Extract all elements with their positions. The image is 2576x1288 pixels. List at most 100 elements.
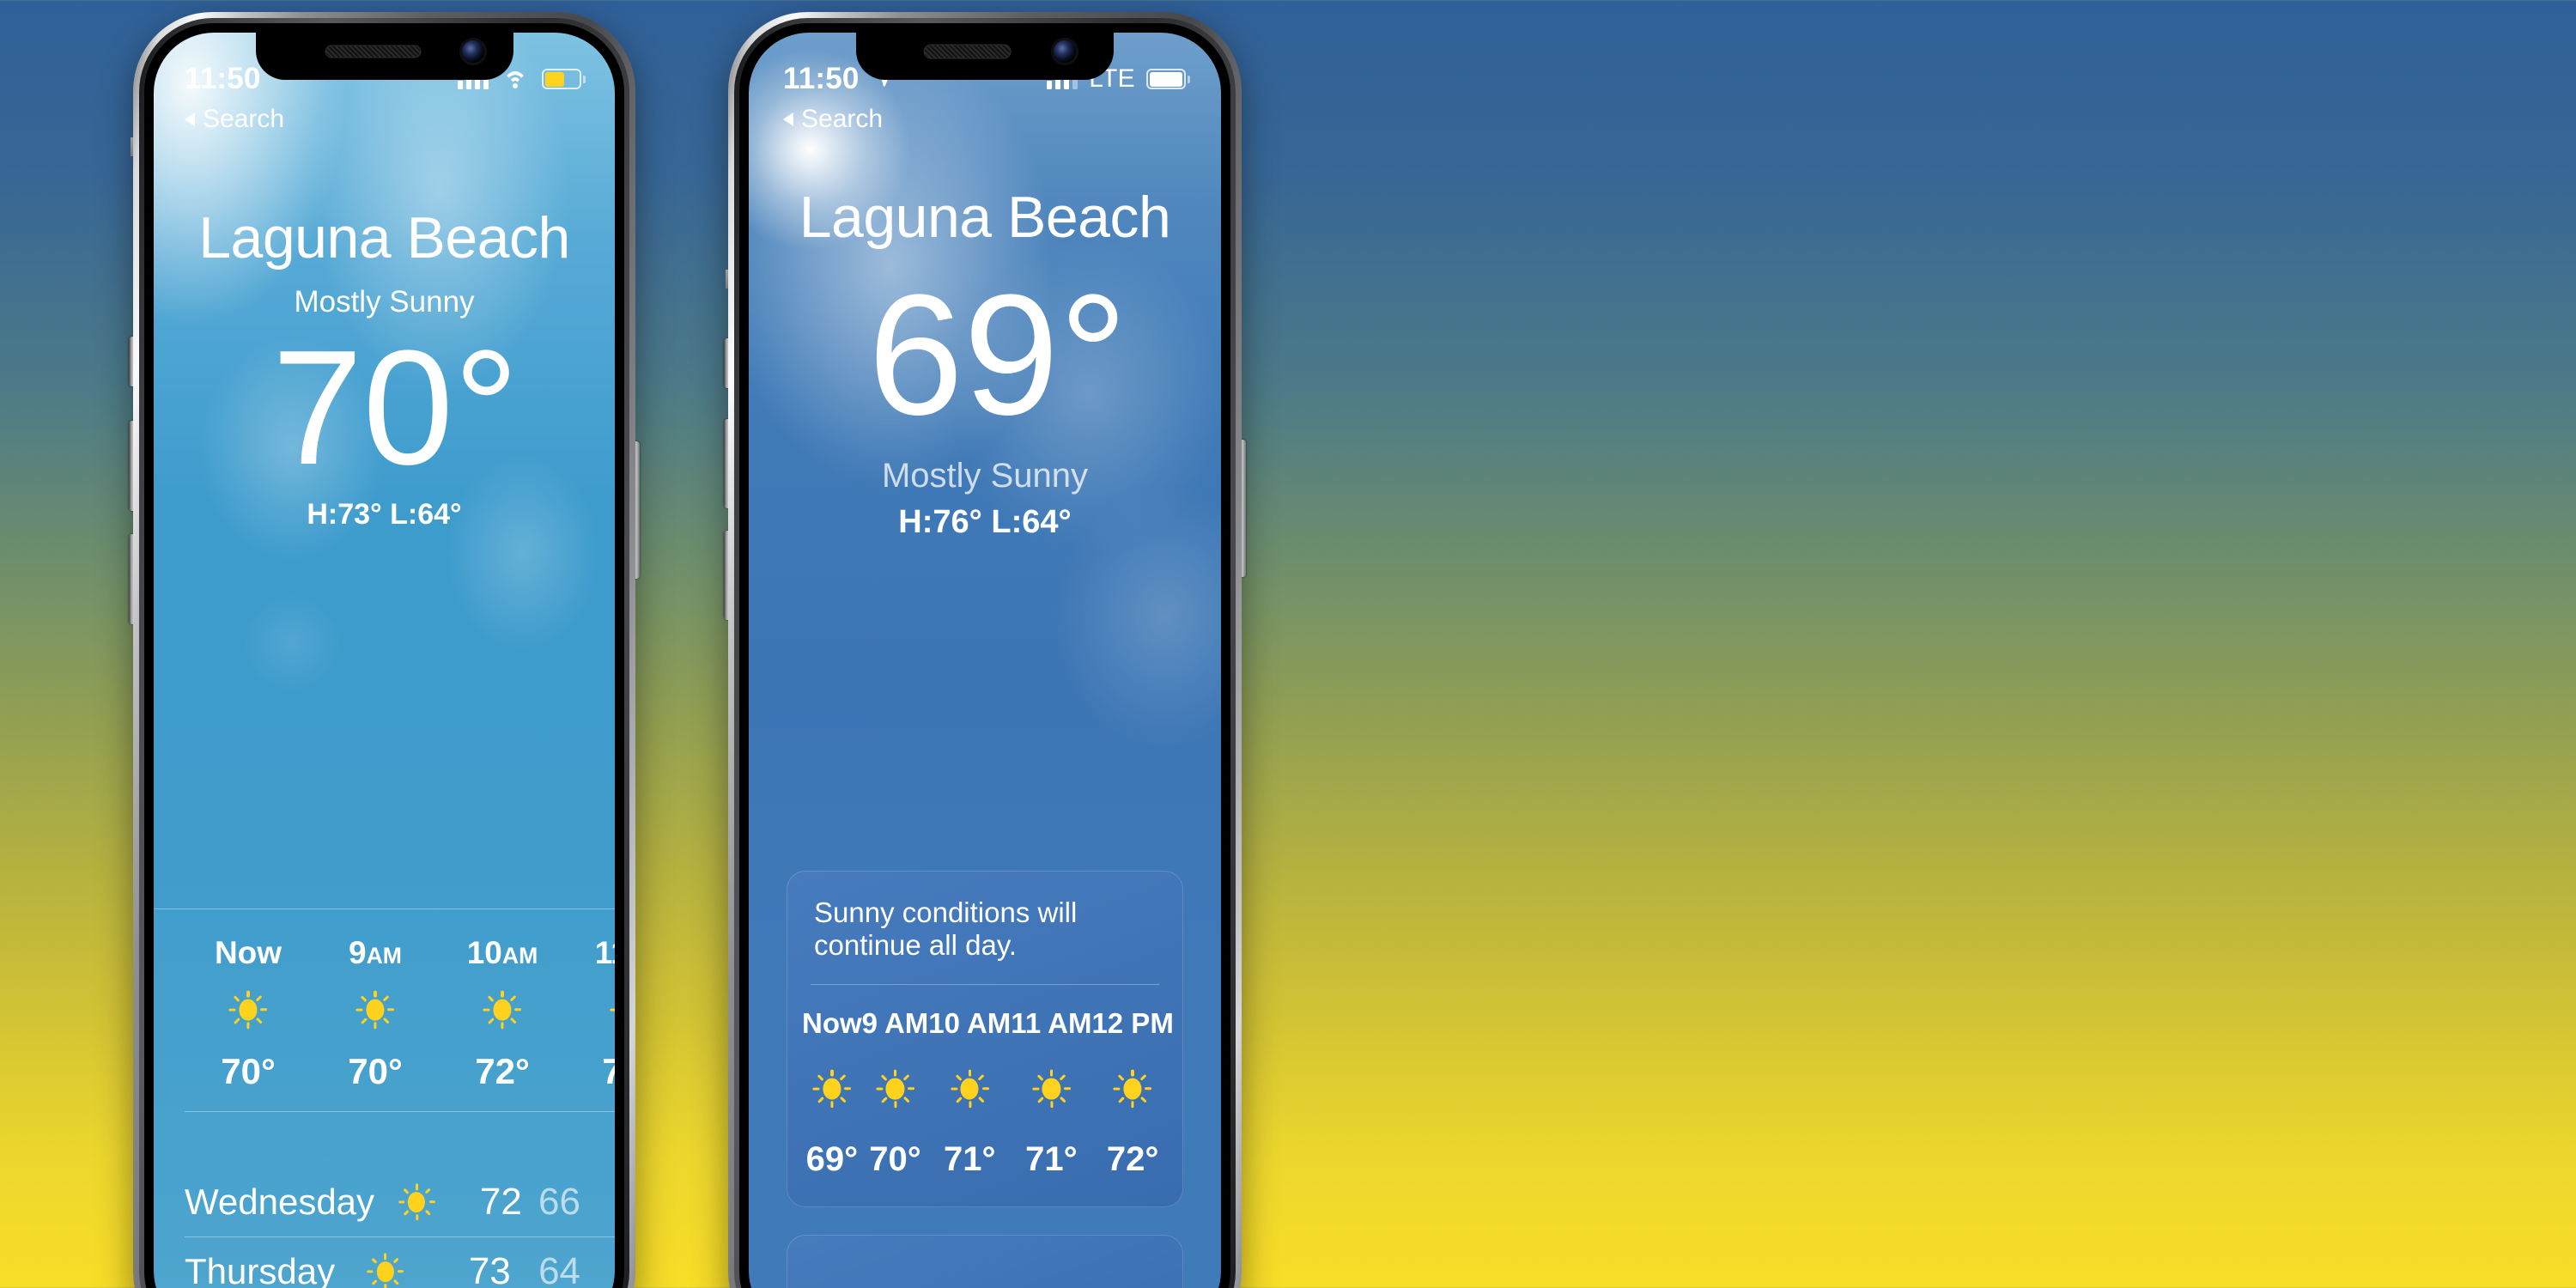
- hourly-icon-slot-right: [928, 1069, 1011, 1113]
- daily-day-name-left: Thursday: [185, 1251, 336, 1288]
- daily-high-left: 72: [479, 1181, 522, 1223]
- hourly-column-right[interactable]: 12 PM 72°: [1091, 1007, 1173, 1179]
- back-to-search-left[interactable]: Search: [185, 105, 284, 134]
- hourly-time-suffix-left: AM: [501, 943, 538, 969]
- hourly-time-label-left: Now: [214, 935, 283, 970]
- sun-icon-right: [1113, 1069, 1152, 1109]
- sun-icon-left: [483, 990, 522, 1030]
- next-forecast-card-right[interactable]: [787, 1235, 1183, 1288]
- wifi-icon-left: [502, 70, 528, 89]
- sun-icon-daily-left: [367, 1253, 404, 1288]
- condition-right: Mostly Sunny: [881, 457, 1089, 495]
- hourly-column-left[interactable]: 9AM 70°: [312, 935, 439, 1092]
- current-temperature-right: 69°: [867, 259, 1128, 451]
- hourly-icon-slot-right: [802, 1069, 862, 1113]
- daily-high-left: 73: [468, 1250, 511, 1288]
- notch-left: [255, 23, 513, 80]
- hourly-icon-slot-left: [566, 990, 615, 1034]
- hourly-forecast-card-right[interactable]: Sunny conditions will continue all day. …: [787, 871, 1183, 1207]
- hourly-column-left[interactable]: 11AM 72°: [566, 935, 615, 1092]
- phone-right: 11:50 LTE Search Laguna Beach 69° Mostly…: [724, 12, 1246, 1288]
- sun-icon-left: [228, 990, 268, 1030]
- daily-low-left: 64: [538, 1250, 581, 1288]
- back-triangle-icon-left: [185, 112, 195, 126]
- status-time-left: 11:50: [185, 62, 261, 95]
- back-triangle-icon-right: [783, 112, 793, 126]
- earpiece-speaker-left: [325, 45, 422, 58]
- notch-right: [856, 23, 1114, 80]
- screen-left: 11:50 Search Laguna Beach Mostly Sunny 7…: [154, 33, 615, 1288]
- phone-left: 11:50 Search Laguna Beach Mostly Sunny 7…: [129, 12, 640, 1288]
- hourly-column-right[interactable]: 10 AM 71°: [928, 1007, 1011, 1179]
- hourly-icon-slot-right: [1091, 1069, 1173, 1113]
- sun-icon-right: [875, 1069, 914, 1109]
- daily-low-left: 66: [538, 1181, 580, 1223]
- hourly-time-label-right: 10 AM: [928, 1007, 1012, 1039]
- hourly-grid-left[interactable]: Now70°9AM70°10AM72°11AM72°12PM72°1PM72°2…: [154, 909, 615, 1111]
- hourly-icon-slot-right: [862, 1069, 929, 1113]
- daily-forecast-left[interactable]: Wednesday 72 66 Thursday 73 64: [154, 1168, 615, 1288]
- screen-right: 11:50 LTE Search Laguna Beach 69° Mostly…: [749, 33, 1221, 1288]
- sun-icon-left: [355, 990, 395, 1030]
- daily-forecast-row-left[interactable]: Thursday 73 64: [154, 1237, 615, 1288]
- hero-right: Laguna Beach 69° Mostly Sunny H:76° L:64…: [749, 184, 1221, 541]
- battery-icon-right: [1146, 69, 1190, 89]
- forecast-note-right: Sunny conditions will continue all day.: [814, 896, 1078, 961]
- daily-icon-slot-left: [335, 1253, 435, 1288]
- hourly-time-label-right: 9 AM: [861, 1007, 929, 1039]
- battery-fill-left: [544, 71, 564, 87]
- hourly-temperature-right: 70°: [869, 1140, 921, 1178]
- hourly-column-right[interactable]: Now 69°: [802, 1007, 862, 1179]
- status-bar-left-group: 11:50: [185, 62, 261, 96]
- status-time-right: 11:50: [783, 62, 860, 95]
- hourly-grid-right[interactable]: Now 69° 9 AM 70° 10 AM 71° 11 AM 71° 12 PM 72°: [787, 985, 1183, 1179]
- hourly-temperature-right: 71°: [944, 1140, 996, 1178]
- high-low-left: H:73° L:64°: [307, 498, 462, 531]
- back-label-left: Search: [203, 105, 285, 133]
- hourly-temperature-right: 71°: [1025, 1140, 1078, 1178]
- hourly-forecast-left[interactable]: Now70°9AM70°10AM72°11AM72°12PM72°1PM72°2…: [154, 908, 615, 1112]
- front-camera-right: [1054, 40, 1076, 63]
- hourly-time-label-right: Now: [802, 1007, 862, 1039]
- hourly-temperature-right: 69°: [805, 1140, 859, 1178]
- hourly-temperature-left: 72°: [602, 1051, 615, 1091]
- earpiece-speaker-right: [923, 44, 1012, 59]
- hourly-icon-slot-left: [312, 990, 439, 1034]
- hourly-column-left[interactable]: Now 70°: [185, 935, 312, 1092]
- front-camera-left: [461, 40, 484, 63]
- hourly-temperature-left: 70°: [221, 1051, 276, 1091]
- back-label-right: Search: [801, 105, 884, 133]
- daily-forecast-row-left[interactable]: Wednesday 72 66: [154, 1168, 615, 1236]
- hourly-column-left[interactable]: 10AM 72°: [439, 935, 566, 1092]
- battery-fill-right: [1149, 71, 1182, 87]
- sun-icon-right: [950, 1069, 989, 1109]
- hourly-time-label-right: 12 PM: [1091, 1007, 1174, 1039]
- city-name-right: Laguna Beach: [799, 185, 1171, 250]
- hourly-column-right[interactable]: 9 AM 70°: [862, 1007, 929, 1179]
- daily-icon-slot-left: [374, 1183, 459, 1221]
- hourly-temperature-left: 70°: [348, 1051, 403, 1091]
- hourly-icon-slot-right: [1011, 1069, 1091, 1113]
- sun-icon-daily-left: [398, 1183, 435, 1221]
- hourly-icon-slot-left: [439, 990, 566, 1034]
- hourly-divider-bottom-left: [185, 1111, 615, 1112]
- battery-icon-left: [542, 69, 586, 89]
- sun-icon-right: [812, 1069, 852, 1109]
- condition-left: Mostly Sunny: [294, 285, 475, 319]
- hourly-time-label-left: 10AM: [466, 935, 538, 970]
- phone-glass-left: 11:50 Search Laguna Beach Mostly Sunny 7…: [144, 23, 624, 1288]
- back-to-search-right[interactable]: Search: [783, 105, 883, 134]
- current-temperature-left: 70°: [271, 317, 519, 499]
- hourly-time-label-left: 11AM: [594, 935, 615, 970]
- hourly-temperature-right: 72°: [1106, 1140, 1159, 1178]
- hourly-icon-slot-left: [185, 990, 312, 1034]
- sun-icon-right: [1031, 1069, 1071, 1109]
- hourly-temperature-left: 72°: [475, 1051, 530, 1091]
- high-low-right: H:76° L:64°: [898, 504, 1072, 540]
- sun-icon-left: [610, 990, 615, 1030]
- hourly-time-label-left: 9AM: [349, 935, 402, 970]
- hourly-time-label-right: 11 AM: [1011, 1007, 1092, 1039]
- hourly-column-right[interactable]: 11 AM 71°: [1011, 1007, 1091, 1179]
- hourly-time-suffix-left: AM: [366, 943, 402, 969]
- city-name-left: Laguna Beach: [198, 205, 570, 270]
